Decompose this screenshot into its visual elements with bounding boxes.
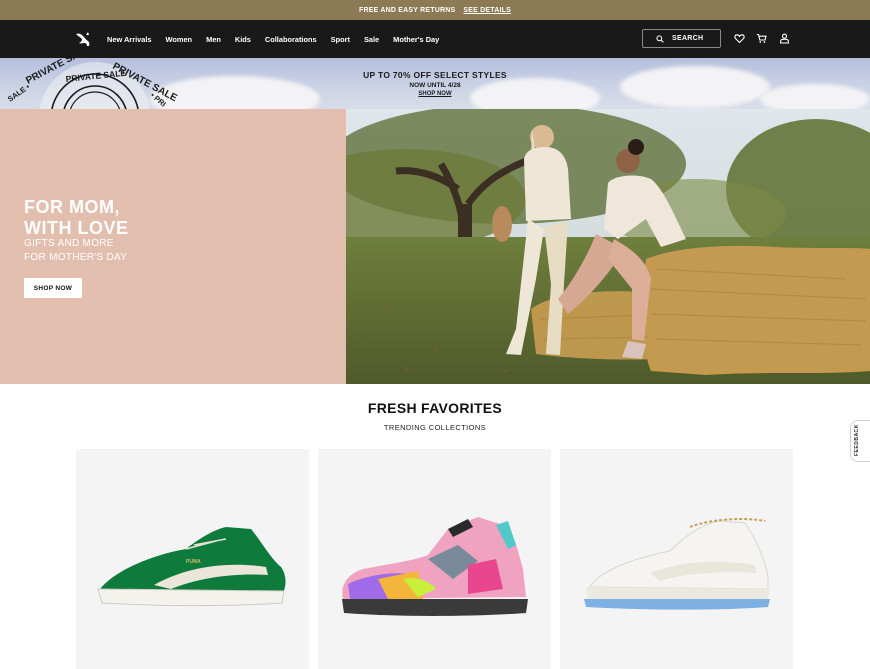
hero-title-line-2: WITH LOVE <box>24 218 129 238</box>
product-card-white-platform[interactable] <box>560 449 793 669</box>
hero-image[interactable] <box>346 109 870 384</box>
sale-title: UP TO 70% OFF SELECT STYLES <box>363 70 507 80</box>
nav-link-kids[interactable]: Kids <box>235 35 251 44</box>
nav-link-sale[interactable]: Sale <box>364 35 379 44</box>
nav-link-sport[interactable]: Sport <box>331 35 350 44</box>
feedback-tab[interactable]: FEEDBACK <box>850 420 870 462</box>
puma-cat-logo-icon[interactable] <box>75 31 93 47</box>
hero-title: FOR MOM, WITH LOVE <box>24 197 129 239</box>
cart-icon[interactable] <box>756 33 767 44</box>
section-title: FRESH FAVORITES <box>367 400 503 416</box>
product-card-multicolor[interactable] <box>318 449 551 669</box>
product-image-white-sneaker <box>584 518 770 610</box>
sale-subtitle: NOW UNTIL 4/28 <box>409 82 461 89</box>
hero-subtitle: GIFTS AND MORE FOR MOTHER'S DAY <box>24 237 127 265</box>
product-card-green-suede[interactable]: PUMA <box>76 449 309 669</box>
search-label: SEARCH <box>672 35 704 42</box>
svg-text:PUMA: PUMA <box>186 559 201 565</box>
account-icon[interactable] <box>779 33 790 44</box>
hero-text-panel: FOR MOM, WITH LOVE GIFTS AND MORE FOR MO… <box>0 109 346 384</box>
hero-subtitle-line-2: FOR MOTHER'S DAY <box>24 252 128 263</box>
nav-link-men[interactable]: Men <box>206 35 221 44</box>
nav-links: New Arrivals Women Men Kids Collaboratio… <box>107 20 453 58</box>
nav-link-collaborations[interactable]: Collaborations <box>265 35 317 44</box>
private-sale-banner[interactable]: PRIVATE SALE PRIVATE SALE PRIVATE SALE S… <box>0 58 870 109</box>
promo-text: FREE AND EASY RETURNS <box>359 6 456 14</box>
heart-icon[interactable] <box>734 33 745 44</box>
product-image-green-sneaker: PUMA <box>97 527 286 607</box>
feedback-label: FEEDBACK <box>854 424 860 456</box>
search-button[interactable]: SEARCH <box>642 29 721 48</box>
nav-link-mothers-day[interactable]: Mother's Day <box>393 35 439 44</box>
hero-title-line-1: FOR MOM, <box>24 197 120 217</box>
nav-link-new-arrivals[interactable]: New Arrivals <box>107 35 152 44</box>
promo-bar: FREE AND EASY RETURNS SEE DETAILS <box>0 0 870 20</box>
main-navigation: New Arrivals Women Men Kids Collaboratio… <box>0 20 870 58</box>
see-details-link[interactable]: SEE DETAILS <box>463 7 511 14</box>
section-subtitle: TRENDING COLLECTIONS <box>383 423 487 432</box>
nav-link-women[interactable]: Women <box>166 35 193 44</box>
hero-subtitle-line-1: GIFTS AND MORE <box>24 238 114 249</box>
sale-shop-now-link[interactable]: SHOP NOW <box>418 91 451 97</box>
sale-text-block: UP TO 70% OFF SELECT STYLES NOW UNTIL 4/… <box>0 58 870 109</box>
search-icon <box>656 34 664 43</box>
product-image-multicolor-sneaker <box>342 517 528 616</box>
hero-shop-now-button[interactable]: SHOP NOW <box>24 278 82 298</box>
